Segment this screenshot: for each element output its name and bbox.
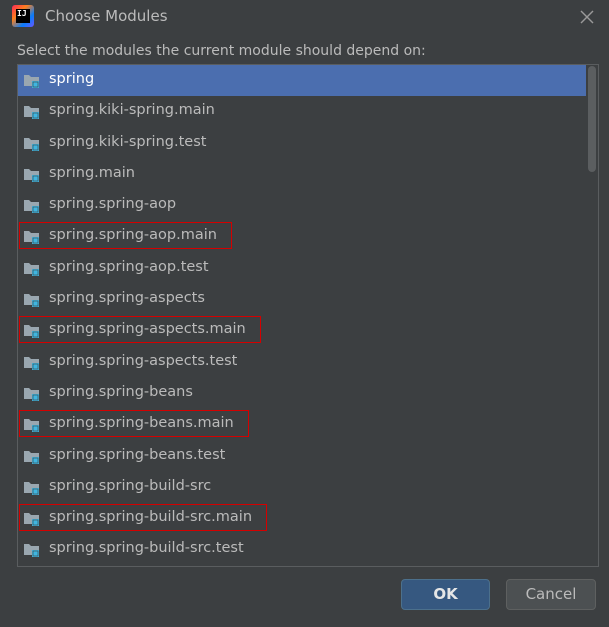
vertical-scrollbar[interactable]	[587, 66, 597, 565]
module-folder-icon	[24, 387, 39, 401]
module-folder-icon	[24, 137, 39, 151]
scrollbar-thumb[interactable]	[588, 66, 596, 172]
module-list-items: spring spring.kiki-spring.main spring.kiki…	[18, 65, 586, 566]
module-list-item[interactable]: spring.spring-build-src	[18, 472, 586, 503]
module-list[interactable]: spring spring.kiki-spring.main spring.kiki…	[17, 64, 599, 567]
module-label: spring.spring-aspects	[49, 290, 205, 307]
module-label: spring.spring-aop.main	[49, 227, 217, 244]
module-label: spring.spring-aspects.main	[49, 321, 246, 338]
module-list-item[interactable]: spring.main	[18, 159, 586, 190]
close-button[interactable]	[577, 7, 597, 27]
dialog-title: Choose Modules	[45, 7, 168, 25]
module-label: spring.spring-build-src.main	[49, 509, 253, 526]
module-list-item[interactable]: spring.spring-aspects.test	[18, 347, 586, 378]
logo-text: IJ	[16, 9, 30, 23]
module-folder-icon	[24, 450, 39, 464]
module-list-item[interactable]: spring.spring-aop.main	[18, 221, 586, 252]
module-list-item[interactable]: spring.kiki-spring.main	[18, 96, 586, 127]
ok-button[interactable]: OK	[401, 579, 490, 610]
module-label: spring.spring-build-src	[49, 477, 212, 494]
module-label: spring.spring-beans	[49, 383, 193, 400]
module-label: spring.main	[49, 164, 135, 181]
module-list-item[interactable]: spring.spring-aspects	[18, 284, 586, 315]
module-folder-icon	[24, 513, 39, 527]
module-label: spring.spring-aop	[49, 196, 177, 213]
choose-modules-dialog: IJ Choose Modules Select the modules the…	[0, 0, 609, 627]
module-folder-icon	[24, 481, 39, 495]
cancel-button[interactable]: Cancel	[506, 579, 596, 610]
module-list-item[interactable]: spring.spring-build-src.main	[18, 503, 586, 534]
module-label: spring.spring-aspects.test	[49, 352, 238, 369]
module-folder-icon	[24, 106, 39, 120]
module-list-item[interactable]: spring.spring-build-src.test	[18, 534, 586, 565]
module-folder-icon	[24, 200, 39, 214]
module-folder-icon	[24, 168, 39, 182]
module-folder-icon	[24, 75, 39, 88]
module-list-item[interactable]: spring.spring-aop.test	[18, 253, 586, 284]
module-label: spring.spring-beans.main	[49, 415, 234, 432]
module-label: spring.spring-aop.test	[49, 258, 209, 275]
module-list-item[interactable]: spring	[18, 65, 586, 97]
module-folder-icon	[24, 356, 39, 370]
module-list-item[interactable]: spring.spring-aop	[18, 190, 586, 221]
module-folder-icon	[24, 294, 39, 308]
module-folder-icon	[24, 325, 39, 339]
title-bar: IJ Choose Modules	[0, 0, 609, 34]
module-folder-icon	[24, 544, 39, 558]
module-label: spring.spring-build-src.test	[49, 540, 244, 557]
module-list-item[interactable]: spring.spring-beans	[18, 378, 586, 409]
module-list-item[interactable]: spring.spring-beans.main	[18, 409, 586, 440]
module-list-item[interactable]: spring.spring-beans.test	[18, 441, 586, 472]
close-icon	[580, 10, 594, 24]
module-folder-icon	[24, 262, 39, 276]
module-label: spring.spring-beans.test	[49, 446, 226, 463]
module-label: spring	[49, 71, 95, 87]
module-folder-icon	[24, 231, 39, 245]
module-label: spring.kiki-spring.test	[49, 133, 207, 150]
module-list-item[interactable]: spring.spring-aspects.main	[18, 315, 586, 346]
module-folder-icon	[24, 419, 39, 433]
module-label: spring.kiki-spring.main	[49, 102, 215, 119]
intellij-logo-icon: IJ	[12, 5, 34, 27]
dialog-prompt: Select the modules the current module sh…	[17, 43, 426, 59]
module-list-item[interactable]: spring.kiki-spring.test	[18, 128, 586, 159]
